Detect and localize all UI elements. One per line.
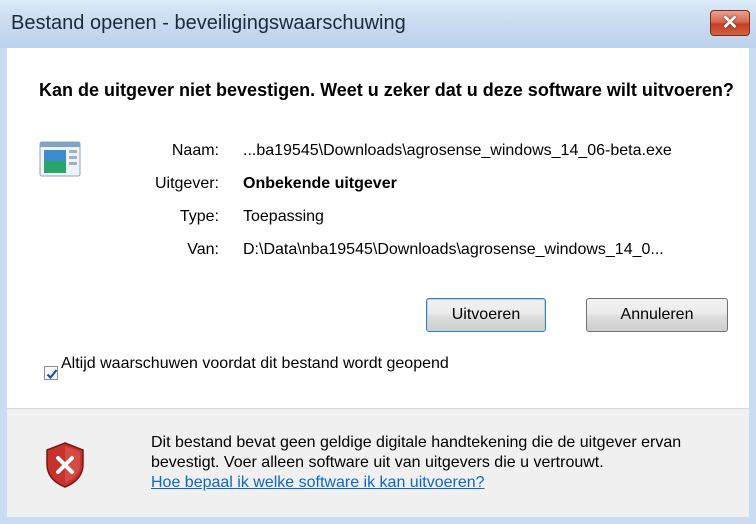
cancel-button[interactable]: Annuleren [586, 298, 728, 332]
warning-text: Dit bestand bevat geen geldige digitale … [151, 434, 682, 471]
dialog-heading: Kan de uitgever niet bevestigen. Weet u … [39, 80, 734, 100]
close-button[interactable]: ✕ [710, 10, 750, 36]
from-value: D:\Data\nba19545\Downloads\agrosense_win… [243, 241, 664, 258]
window-title: Bestand openen - beveiligingswaarschuwin… [11, 12, 406, 34]
always-warn-checkbox[interactable] [44, 366, 58, 380]
from-label: Van: [187, 241, 219, 258]
checkmark-icon [46, 369, 58, 380]
warning-panel: Dit bestand bevat geen geldige digitale … [7, 409, 749, 517]
close-icon: ✕ [721, 12, 739, 34]
security-warning-dialog: Bestand openen - beveiligingswaarschuwin… [0, 0, 756, 524]
publisher-label: Uitgever: [154, 175, 219, 192]
type-label: Type: [179, 208, 219, 225]
warning-message: Dit bestand bevat geen geldige digitale … [151, 433, 741, 493]
name-value: ...ba19545\Downloads\agrosense_windows_1… [243, 142, 672, 159]
dialog-content: Kan de uitgever niet bevestigen. Weet u … [7, 48, 749, 517]
title-bar[interactable]: Bestand openen - beveiligingswaarschuwin… [0, 0, 756, 48]
shield-error-icon [45, 442, 85, 488]
help-link[interactable]: Hoe bepaal ik welke software ik kan uitv… [151, 473, 741, 493]
run-button[interactable]: Uitvoeren [426, 298, 546, 332]
name-label: Naam: [171, 142, 219, 159]
always-warn-label[interactable]: Altijd waarschuwen voordat dit bestand w… [61, 353, 481, 375]
publisher-value: Onbekende uitgever [243, 175, 397, 192]
type-value: Toepassing [243, 208, 324, 225]
